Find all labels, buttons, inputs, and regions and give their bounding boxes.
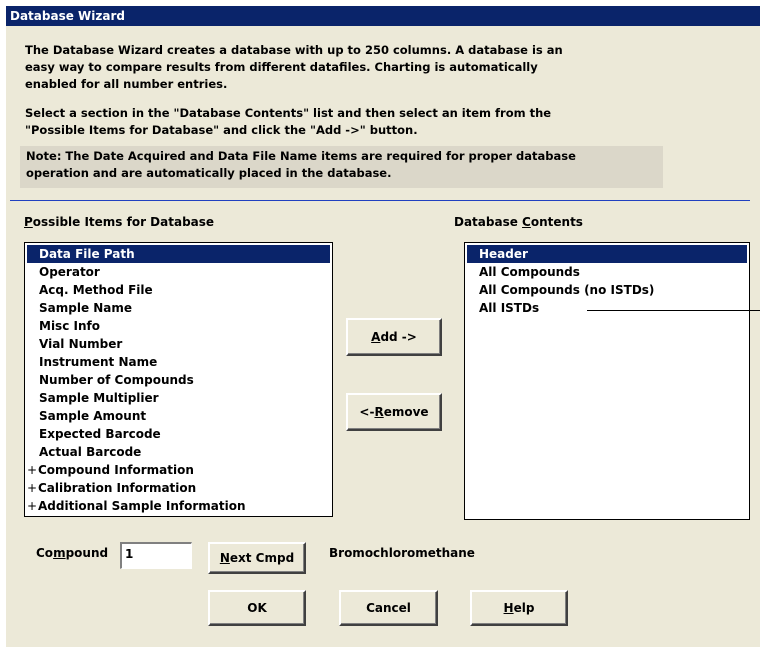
label-text: Co [36, 546, 54, 560]
contents-item[interactable]: All ISTDs [465, 299, 749, 317]
note-box: Note: The Date Acquired and Data File Na… [20, 146, 663, 188]
button-label: emove [383, 405, 429, 419]
compound-label: Compound [36, 546, 108, 560]
description-line: easy way to compare results from differe… [25, 60, 538, 74]
contents-item[interactable]: All Compounds (no ISTDs) [465, 281, 749, 299]
description-line: "Possible Items for Database" and click … [25, 123, 418, 137]
compound-number-input[interactable]: 1 [120, 542, 192, 569]
label-text: Database [454, 215, 523, 229]
cancel-button[interactable]: Cancel [339, 590, 438, 626]
description-instructions: Select a section in the "Database Conten… [25, 105, 665, 139]
possible-item[interactable]: Sample Multiplier [25, 389, 332, 407]
compound-number-value: 1 [125, 547, 134, 561]
remove-button[interactable]: <- Remove [346, 393, 442, 431]
button-label: elp [513, 601, 535, 615]
possible-items-label: Possible Items for Database [24, 215, 214, 229]
possible-item[interactable]: Actual Barcode [25, 443, 332, 461]
ok-button[interactable]: OK [208, 590, 306, 626]
possible-item[interactable]: Vial Number [25, 335, 332, 353]
expand-plus-icon[interactable]: + [26, 479, 38, 497]
possible-item-group[interactable]: +Compound Information [25, 461, 332, 479]
pointer-line [587, 310, 760, 311]
database-contents-list[interactable]: Header All Compounds All Compounds (no IST… [464, 242, 750, 520]
database-wizard-window: Database Wizard The Database Wizard crea… [0, 0, 760, 647]
note-line: Note: The Date Acquired and Data File Na… [26, 149, 576, 163]
group-label: Additional Sample Information [38, 499, 246, 513]
possible-item[interactable]: Expected Barcode [25, 425, 332, 443]
possible-item[interactable]: Instrument Name [25, 353, 332, 371]
mnemonic-letter: N [219, 551, 230, 565]
mnemonic-letter: A [371, 330, 381, 344]
possible-item[interactable]: Acq. Method File [25, 281, 332, 299]
description-line: enabled for all number entries. [25, 77, 228, 91]
expand-plus-icon[interactable]: + [26, 497, 38, 515]
possible-item-group[interactable]: +Additional Sample Information [25, 497, 332, 515]
expand-plus-icon[interactable]: + [26, 461, 38, 479]
window-title: Database Wizard [10, 9, 125, 23]
description-line: The Database Wizard creates a database w… [25, 43, 563, 57]
mnemonic-letter: P [24, 215, 33, 229]
separator-line [10, 200, 750, 201]
compound-name: Bromochloromethane [329, 546, 475, 560]
help-button[interactable]: Help [470, 590, 568, 626]
group-label: Calibration Information [38, 481, 197, 495]
possible-items-list[interactable]: Data File Path Operator Acq. Method File Sa… [24, 242, 333, 517]
button-label: dd -> [380, 330, 417, 344]
group-label: Compound Information [38, 463, 194, 477]
possible-item[interactable]: Number of Compounds [25, 371, 332, 389]
possible-item-group[interactable]: +Calibration Information [25, 479, 332, 497]
label-text: pound [65, 546, 109, 560]
possible-item[interactable]: Misc Info [25, 317, 332, 335]
description-intro: The Database Wizard creates a database w… [25, 42, 665, 93]
description-line: Select a section in the "Database Conten… [25, 106, 552, 120]
label-text: ossible Items for Database [32, 215, 215, 229]
button-label: ext Cmpd [229, 551, 295, 565]
add-button[interactable]: Add -> [346, 318, 442, 356]
contents-item[interactable]: All Compounds [465, 263, 749, 281]
possible-item[interactable]: Sample Name [25, 299, 332, 317]
button-label: <- [359, 405, 375, 419]
note-line: operation and are automatically placed i… [26, 166, 392, 180]
mnemonic-letter: m [53, 546, 66, 560]
contents-item[interactable]: Header [467, 245, 747, 263]
mnemonic-letter: R [374, 405, 384, 419]
next-compound-button[interactable]: Next Cmpd [208, 542, 306, 574]
mnemonic-letter: H [503, 601, 514, 615]
title-bar[interactable]: Database Wizard [6, 6, 760, 26]
possible-item[interactable]: Operator [25, 263, 332, 281]
possible-item[interactable]: Sample Amount [25, 407, 332, 425]
possible-item[interactable]: Data File Path [27, 245, 330, 263]
mnemonic-letter: C [522, 215, 531, 229]
database-contents-label: Database Contents [454, 215, 583, 229]
label-text: ontents [530, 215, 583, 229]
